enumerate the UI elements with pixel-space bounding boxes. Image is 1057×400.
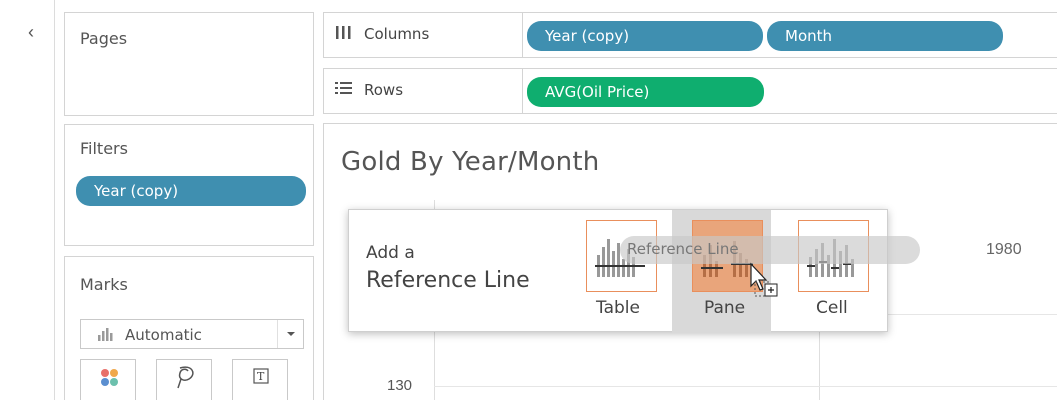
rows-shelf-label: Rows bbox=[324, 69, 523, 113]
marks-title: Marks bbox=[80, 275, 128, 294]
size-button[interactable] bbox=[156, 359, 212, 400]
marks-card: Marks Automatic T bbox=[64, 256, 314, 400]
popup-heading-small: Add a bbox=[366, 243, 415, 263]
color-button[interactable] bbox=[80, 359, 136, 400]
drag-reference-line-label: Reference Line bbox=[627, 240, 739, 258]
filter-pill-year-copy[interactable]: Year (copy) bbox=[76, 176, 306, 206]
color-dots-icon bbox=[101, 369, 118, 386]
chevron-down-icon[interactable] bbox=[277, 320, 303, 348]
reference-table-label[interactable]: Table bbox=[596, 298, 640, 318]
drag-cursor-icon bbox=[750, 262, 778, 297]
column-header-1980: 1980 bbox=[986, 241, 1022, 258]
rows-shelf[interactable]: Rows AVG(Oil Price) bbox=[323, 68, 1057, 114]
add-reference-line-popup: Add a Reference Line Table Pane Cell bbox=[348, 209, 888, 333]
popup-heading-large: Reference Line bbox=[366, 268, 530, 293]
reference-pane-label[interactable]: Pane bbox=[704, 298, 745, 318]
lasso-icon bbox=[177, 366, 194, 389]
collapse-sidebar-chevron-icon[interactable]: ‹ bbox=[28, 20, 48, 44]
bar-chart-icon bbox=[98, 328, 113, 341]
text-t-glyph: T bbox=[257, 370, 265, 383]
mark-type-value: Automatic bbox=[125, 326, 202, 344]
pages-title: Pages bbox=[80, 29, 128, 48]
sidebar-rail bbox=[0, 0, 55, 400]
rows-pill-avg-oil-price[interactable]: AVG(Oil Price) bbox=[527, 77, 764, 107]
filters-title: Filters bbox=[80, 139, 128, 158]
label-button[interactable]: T bbox=[232, 359, 288, 400]
mark-type-select[interactable]: Automatic bbox=[80, 319, 304, 349]
reference-cell-label[interactable]: Cell bbox=[816, 298, 848, 318]
columns-pill-year-copy[interactable]: Year (copy) bbox=[527, 21, 763, 51]
columns-label: Columns bbox=[364, 25, 430, 43]
columns-icon bbox=[336, 26, 351, 39]
columns-shelf-label: Columns bbox=[324, 13, 523, 57]
gridline bbox=[434, 386, 1057, 387]
sheet-title: Gold By Year/Month bbox=[341, 147, 600, 177]
rows-label: Rows bbox=[364, 81, 404, 99]
filters-card: Filters Year (copy) bbox=[64, 124, 314, 246]
y-axis-tick-label: 130 bbox=[387, 377, 413, 394]
rows-icon bbox=[335, 82, 352, 94]
pages-card: Pages bbox=[64, 12, 314, 116]
columns-pill-month[interactable]: Month bbox=[767, 21, 1003, 51]
columns-shelf[interactable]: Columns Year (copy) Month bbox=[323, 12, 1057, 58]
